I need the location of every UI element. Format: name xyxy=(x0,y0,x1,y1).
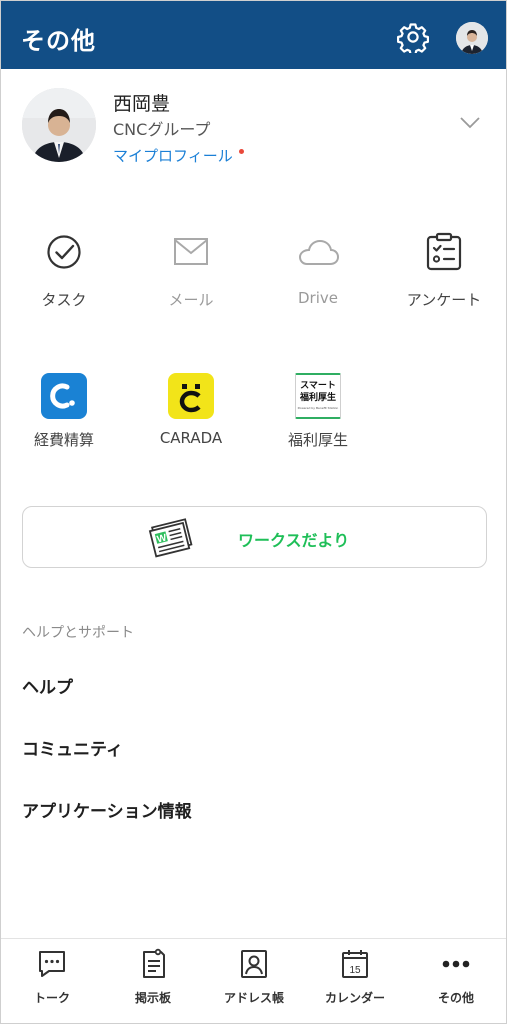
calendar-icon: 15 xyxy=(342,950,368,978)
expense-app-icon xyxy=(41,373,87,419)
nav-label: カレンダー xyxy=(324,991,385,1005)
app-frame: その他 西岡豊 CNCグループ マイプロフィール タスク メール Drive ア… xyxy=(0,0,507,1024)
cloud-icon xyxy=(298,239,340,265)
carada-app-icon xyxy=(168,373,214,419)
address-book-icon xyxy=(241,950,267,978)
app-task[interactable]: タスク xyxy=(9,229,119,310)
app-mail[interactable]: メール xyxy=(136,229,246,310)
app-welfare[interactable]: スマート 福利厚生 Powered by Benefit Station 福利厚… xyxy=(263,373,373,450)
nav-address-book[interactable]: アドレス帳 xyxy=(204,947,304,1006)
mail-icon xyxy=(174,238,208,265)
chat-bubble-icon xyxy=(39,951,65,977)
app-label: Drive xyxy=(298,289,338,307)
my-profile-link[interactable]: マイプロフィール xyxy=(113,145,244,166)
profile-organization: CNCグループ xyxy=(113,120,211,139)
page-title: その他 xyxy=(21,27,96,55)
survey-clipboard-icon xyxy=(426,232,462,271)
works-news-label: ワークスだより xyxy=(238,531,350,550)
welfare-tile-line: 福利厚生 xyxy=(299,393,336,403)
app-label: CARADA xyxy=(159,429,223,447)
app-expense[interactable]: 経費精算 xyxy=(9,373,119,450)
top-header: その他 xyxy=(1,1,506,69)
nav-board[interactable]: 掲示板 xyxy=(103,947,203,1006)
help-section-title: ヘルプとサポート xyxy=(22,625,134,641)
expense-logo xyxy=(50,383,75,409)
app-drive[interactable]: Drive xyxy=(263,229,373,307)
calendar-day: 15 xyxy=(349,965,361,976)
app-label: 経費精算 xyxy=(33,431,94,449)
help-item-help[interactable]: ヘルプ xyxy=(22,673,73,698)
app-label: 福利厚生 xyxy=(287,431,348,449)
nav-calendar[interactable]: 15 カレンダー xyxy=(305,947,405,1006)
app-survey[interactable]: アンケート xyxy=(389,229,499,310)
profile-name: 西岡豊 xyxy=(113,93,171,115)
profile-photo-image xyxy=(22,88,96,162)
profile-photo[interactable] xyxy=(22,88,96,162)
nav-label: トーク xyxy=(33,991,70,1005)
welfare-app-icon: スマート 福利厚生 Powered by Benefit Station xyxy=(295,373,341,419)
profile-card[interactable]: 西岡豊 CNCグループ マイプロフィール xyxy=(1,69,506,189)
help-item-community[interactable]: コミュニティ xyxy=(22,735,123,760)
welfare-tile-text: スマート 福利厚生 xyxy=(296,375,340,404)
my-profile-link-label: マイプロフィール xyxy=(113,147,233,165)
nav-more[interactable]: その他 xyxy=(406,947,506,1006)
gear-icon[interactable] xyxy=(397,21,429,53)
nav-label: その他 xyxy=(437,991,474,1005)
app-label: タスク xyxy=(41,291,87,309)
bottom-nav: トーク 掲示板 アドレス帳 15 カレンダー その他 xyxy=(1,938,506,1023)
board-icon xyxy=(143,948,165,978)
avatar-photo xyxy=(456,22,488,54)
task-check-icon xyxy=(47,235,81,269)
carada-logo xyxy=(179,384,201,413)
chevron-down-icon[interactable] xyxy=(459,116,481,130)
avatar[interactable] xyxy=(456,22,488,54)
app-label: アンケート xyxy=(406,291,482,309)
notification-dot xyxy=(238,149,244,154)
more-dots-icon xyxy=(442,960,470,968)
help-item-app-info[interactable]: アプリケーション情報 xyxy=(22,797,192,822)
welfare-tile-caption: Powered by Benefit Station xyxy=(297,406,339,410)
works-news-banner[interactable]: W ワークスだより xyxy=(22,506,487,568)
app-label: メール xyxy=(168,291,214,309)
nav-label: 掲示板 xyxy=(134,991,171,1005)
nav-label: アドレス帳 xyxy=(223,991,284,1005)
app-carada[interactable]: CARADA xyxy=(136,373,246,447)
newspaper-icon: W xyxy=(148,518,193,558)
welfare-tile-line: スマート xyxy=(300,381,336,391)
nav-talk[interactable]: トーク xyxy=(2,947,102,1006)
